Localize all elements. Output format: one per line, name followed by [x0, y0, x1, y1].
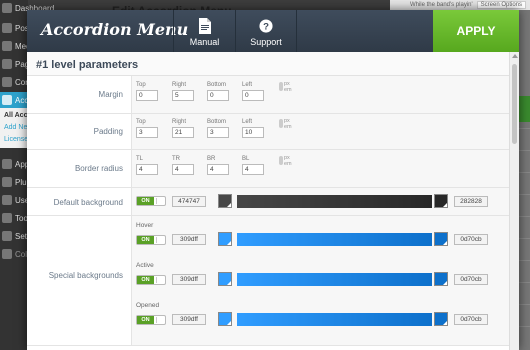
default-bg-gradient-preview	[237, 195, 432, 208]
settings-panel: #1 level parameters Margin Top Right Bot…	[27, 52, 509, 350]
active-end-hex[interactable]: 0d70cb	[454, 274, 488, 285]
support-label: Support	[250, 37, 282, 47]
accordion-settings-modal: Accordion Menu Manual ? Support APPLY #1…	[27, 10, 519, 350]
hover-gradient-preview	[237, 233, 432, 246]
padding-bottom-input[interactable]	[207, 127, 229, 138]
manual-label: Manual	[189, 37, 220, 47]
margin-bottom-field: Bottom	[207, 82, 229, 101]
svg-text:?: ?	[263, 22, 269, 33]
margin-right-input[interactable]	[172, 90, 194, 101]
radius-tl-input[interactable]	[136, 164, 158, 175]
unit-switch-icon	[279, 82, 283, 91]
border-radius-row: Border radius TL TR BR BL pxem	[27, 150, 509, 188]
pages-icon	[2, 59, 12, 69]
modal-scrollbar[interactable]	[509, 52, 519, 350]
unit-switch-icon	[279, 119, 283, 128]
default-bg-start-hex[interactable]: 474747	[172, 196, 206, 207]
plugins-icon	[2, 177, 12, 187]
posts-icon	[2, 23, 12, 33]
opened-end-swatch[interactable]	[434, 312, 448, 326]
appearance-icon	[2, 159, 12, 169]
margin-top-input[interactable]	[136, 90, 158, 101]
radius-tr-field: TR	[172, 156, 194, 175]
padding-row: Padding Top Right Bottom Left pxem	[27, 114, 509, 150]
wp-top-text: While the band's playin'	[409, 2, 473, 8]
padding-left-input[interactable]	[242, 127, 264, 138]
support-button[interactable]: ? Support	[235, 10, 297, 52]
padding-right-input[interactable]	[172, 127, 194, 138]
margin-left-input[interactable]	[242, 90, 264, 101]
margin-unit-toggle[interactable]: px em	[279, 81, 292, 93]
active-label: Active	[136, 262, 154, 269]
active-gradient-preview	[237, 273, 432, 286]
margin-label: Margin	[98, 90, 123, 99]
scrollbar-thumb[interactable]	[512, 64, 517, 144]
opened-start-hex[interactable]: 309dff	[172, 314, 206, 325]
radius-br-field: BR	[207, 156, 229, 175]
dashboard-icon	[2, 3, 12, 13]
radius-tl-field: TL	[136, 156, 158, 175]
wp-top-bar: While the band's playin' Screen Options	[390, 0, 530, 10]
default-bg-start-swatch[interactable]	[218, 194, 232, 208]
settings-icon	[2, 231, 12, 241]
special-backgrounds-row: Special backgrounds Hover ON 309dff 0d70…	[27, 216, 509, 346]
special-backgrounds-label: Special backgrounds	[48, 271, 123, 280]
default-bg-end-hex[interactable]: 282828	[454, 196, 488, 207]
margin-right-field: Right	[172, 82, 194, 101]
help-icon: ?	[259, 19, 273, 33]
default-bg-toggle[interactable]: ON	[136, 196, 166, 206]
padding-bottom-field: Bottom	[207, 119, 229, 138]
hover-end-hex[interactable]: 0d70cb	[454, 234, 488, 245]
radius-unit-toggle[interactable]: px em	[279, 155, 292, 167]
padding-top-field: Top	[136, 119, 158, 138]
radius-br-input[interactable]	[207, 164, 229, 175]
tools-icon	[2, 213, 12, 223]
hover-toggle[interactable]: ON	[136, 235, 166, 245]
active-end-swatch[interactable]	[434, 272, 448, 286]
margin-left-field: Left	[242, 82, 264, 101]
modal-header: Accordion Menu Manual ? Support APPLY	[27, 10, 519, 52]
margin-row: Margin Top Right Bottom Left pxem	[27, 76, 509, 114]
default-bg-end-swatch[interactable]	[434, 194, 448, 208]
hover-end-swatch[interactable]	[434, 232, 448, 246]
margin-top-field: Top	[136, 82, 158, 101]
active-toggle[interactable]: ON	[136, 275, 166, 285]
radius-bl-input[interactable]	[242, 164, 264, 175]
radius-bl-field: BL	[242, 156, 264, 175]
padding-unit-toggle[interactable]: px em	[279, 118, 292, 130]
default-background-label: Default background	[53, 198, 123, 207]
padding-label: Padding	[93, 127, 123, 136]
comments-icon	[2, 77, 12, 87]
hover-start-hex[interactable]: 309dff	[172, 234, 206, 245]
media-icon	[2, 41, 12, 51]
scroll-up-arrow-icon[interactable]	[512, 54, 518, 58]
brand-logo: Accordion Menu	[41, 20, 189, 39]
opened-start-swatch[interactable]	[218, 312, 232, 326]
section-title: #1 level parameters	[27, 52, 509, 76]
default-background-row: Default background ON 474747 282828	[27, 188, 509, 216]
border-radius-label: Border radius	[74, 164, 123, 173]
screen-options-button[interactable]: Screen Options	[476, 1, 526, 9]
document-icon	[198, 18, 211, 34]
padding-left-field: Left	[242, 119, 264, 138]
opened-end-hex[interactable]: 0d70cb	[454, 314, 488, 325]
padding-top-input[interactable]	[136, 127, 158, 138]
opened-label: Opened	[136, 302, 160, 309]
accordion-icon	[2, 95, 12, 105]
padding-right-field: Right	[172, 119, 194, 138]
collapse-icon	[2, 249, 12, 259]
margin-bottom-input[interactable]	[207, 90, 229, 101]
active-start-hex[interactable]: 309dff	[172, 274, 206, 285]
unit-switch-icon	[279, 156, 283, 165]
apply-button[interactable]: APPLY	[433, 10, 519, 52]
manual-button[interactable]: Manual	[173, 10, 235, 52]
opened-gradient-preview	[237, 313, 432, 326]
opened-toggle[interactable]: ON	[136, 315, 166, 325]
hover-label: Hover	[136, 222, 154, 229]
active-start-swatch[interactable]	[218, 272, 232, 286]
hover-start-swatch[interactable]	[218, 232, 232, 246]
users-icon	[2, 195, 12, 205]
radius-tr-input[interactable]	[172, 164, 194, 175]
